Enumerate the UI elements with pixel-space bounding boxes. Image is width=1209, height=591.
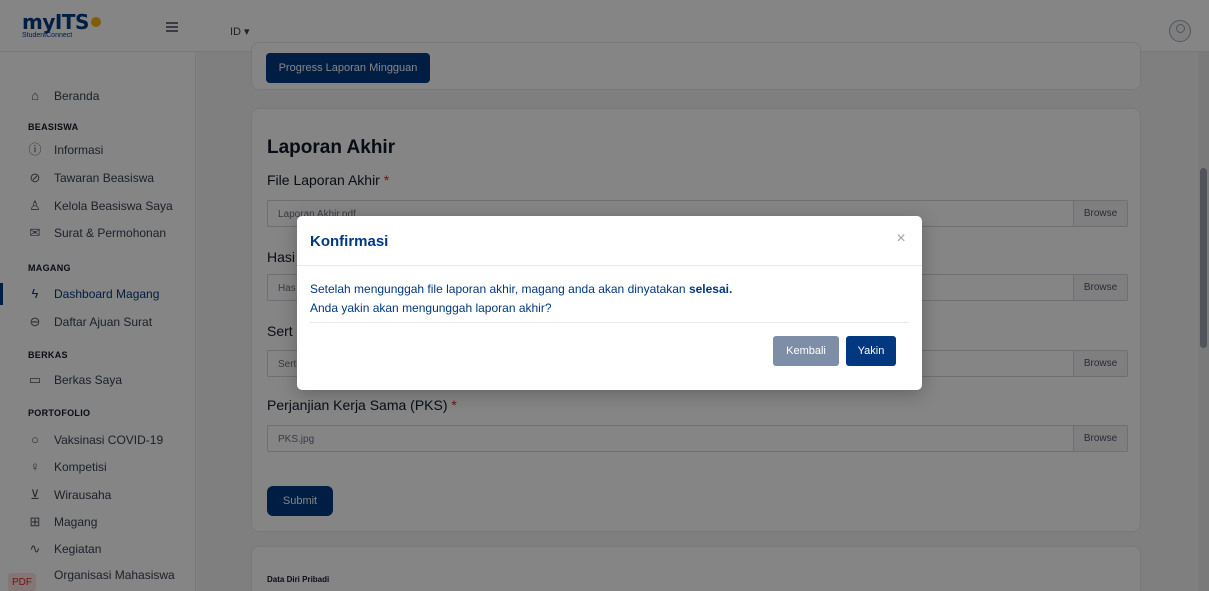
message-text: Setelah mengunggah file laporan akhir, m… <box>310 282 689 296</box>
kembali-button[interactable]: Kembali <box>773 336 839 366</box>
confirmation-modal: Konfirmasi × Setelah mengunggah file lap… <box>297 216 922 390</box>
modal-message-line1: Setelah mengunggah file laporan akhir, m… <box>310 280 732 299</box>
modal-title: Konfirmasi <box>310 233 389 250</box>
modal-divider <box>310 322 909 323</box>
message-emphasis: selesai. <box>688 282 733 296</box>
close-icon[interactable]: × <box>894 231 908 247</box>
modal-divider <box>297 265 922 266</box>
yakin-button[interactable]: Yakin <box>846 336 896 366</box>
modal-message-line2: Anda yakin akan mengunggah laporan akhir… <box>310 301 552 315</box>
modal-message: Setelah mengunggah file laporan akhir, m… <box>310 280 732 318</box>
